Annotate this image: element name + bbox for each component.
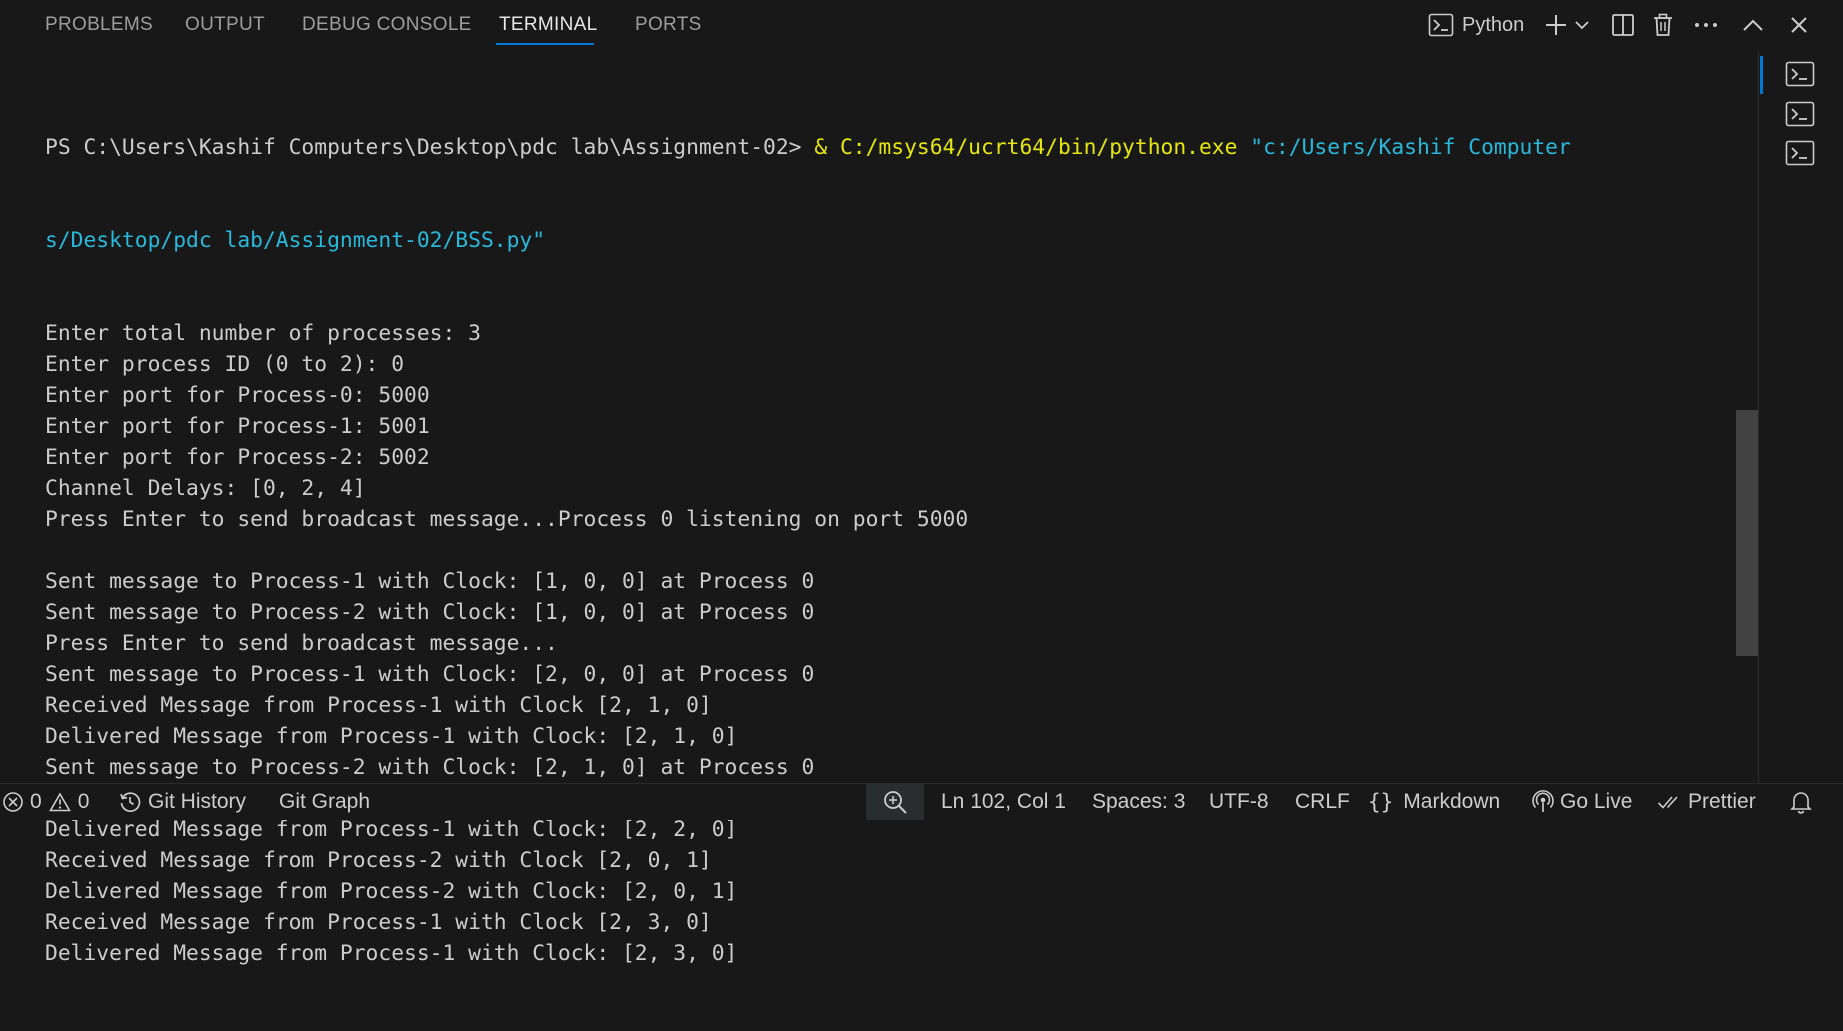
terminal-line: Delivered Message from Process-1 with Cl… bbox=[45, 724, 738, 749]
terminal-profile-button[interactable]: Python bbox=[1428, 8, 1540, 42]
terminal-line: Sent message to Process-1 with Clock: [1… bbox=[45, 569, 815, 594]
terminal-line: Press Enter to send broadcast message...… bbox=[45, 507, 969, 532]
go-live-button[interactable]: Go Live bbox=[1532, 784, 1632, 820]
terminal-line: Delivered Message from Process-2 with Cl… bbox=[45, 879, 738, 904]
terminal-line: Sent message to Process-2 with Clock: [1… bbox=[45, 600, 815, 625]
problems-status[interactable]: 0 0 bbox=[2, 784, 89, 820]
terminal-command-line: PS C:\Users\Kashif Computers\Desktop\pdc… bbox=[45, 132, 1750, 163]
notifications-button[interactable] bbox=[1790, 784, 1812, 820]
terminal-line: Enter port for Process-0: 5000 bbox=[45, 383, 430, 408]
prettier-label: Prettier bbox=[1688, 790, 1756, 813]
terminal-line: Enter port for Process-1: 5001 bbox=[45, 414, 430, 439]
cursor-position[interactable]: Ln 102, Col 1 bbox=[941, 784, 1066, 820]
terminal-argument: "c:/Users/Kashif Computer bbox=[1250, 135, 1571, 160]
language-label: Markdown bbox=[1403, 790, 1501, 813]
close-icon bbox=[1789, 15, 1809, 35]
braces-icon: {} bbox=[1368, 790, 1394, 814]
maximize-icon bbox=[1742, 18, 1764, 32]
active-terminal-indicator bbox=[1760, 56, 1763, 94]
bell-icon bbox=[1790, 790, 1812, 814]
new-terminal-button[interactable] bbox=[1543, 8, 1569, 42]
split-icon bbox=[1611, 13, 1635, 37]
terminal-icon bbox=[1428, 13, 1454, 37]
terminal-tab-2[interactable] bbox=[1782, 99, 1818, 129]
broadcast-icon bbox=[1532, 790, 1554, 814]
prettier-status[interactable]: Prettier bbox=[1657, 784, 1756, 820]
eol-status[interactable]: CRLF bbox=[1295, 784, 1350, 820]
terminal-line: Sent message to Process-2 with Clock: [2… bbox=[45, 755, 815, 780]
terminal-argument-continued: s/Desktop/pdc lab/Assignment-02/BSS.py" bbox=[45, 228, 546, 253]
active-tab-indicator bbox=[496, 43, 594, 45]
error-icon bbox=[2, 791, 24, 813]
double-check-icon bbox=[1657, 792, 1685, 812]
terminal-line: Enter process ID (0 to 2): 0 bbox=[45, 352, 405, 377]
tab-ports[interactable]: PORTS bbox=[635, 14, 702, 36]
indentation-status[interactable]: Spaces: 3 bbox=[1092, 784, 1185, 820]
tab-terminal[interactable]: TERMINAL bbox=[499, 14, 597, 36]
terminal-line: Press Enter to send broadcast message... bbox=[45, 631, 558, 656]
terminal-line: Received Message from Process-1 with Clo… bbox=[45, 693, 712, 718]
terminal-line: Channel Delays: [0, 2, 4] bbox=[45, 476, 366, 501]
tab-debug-console[interactable]: DEBUG CONSOLE bbox=[302, 14, 472, 36]
terminal-panel: PROBLEMS OUTPUT DEBUG CONSOLE TERMINAL P… bbox=[0, 0, 1843, 966]
kill-terminal-button[interactable] bbox=[1650, 8, 1676, 42]
terminal-output[interactable]: PS C:\Users\Kashif Computers\Desktop\pdc… bbox=[45, 70, 1750, 1031]
tab-output[interactable]: OUTPUT bbox=[185, 14, 265, 36]
terminal-profile-label: Python bbox=[1462, 13, 1525, 36]
terminal-line: Received Message from Process-1 with Clo… bbox=[45, 910, 712, 935]
git-graph-button[interactable]: Git Graph bbox=[279, 784, 370, 820]
error-count: 0 bbox=[30, 790, 42, 813]
go-live-label: Go Live bbox=[1560, 790, 1633, 813]
launch-profile-dropdown[interactable] bbox=[1572, 8, 1592, 42]
close-panel-button[interactable] bbox=[1786, 8, 1812, 42]
terminal-lines: Enter total number of processes: 3 Enter … bbox=[45, 318, 1750, 969]
git-history-button[interactable]: Git History bbox=[118, 784, 246, 820]
language-mode[interactable]: {} Markdown bbox=[1368, 784, 1500, 820]
terminal-scroll-thumb[interactable] bbox=[1736, 410, 1758, 656]
terminal-icon bbox=[1785, 61, 1815, 87]
terminal-icon bbox=[1785, 101, 1815, 127]
more-actions-button[interactable] bbox=[1693, 8, 1719, 42]
terminal-line: Sent message to Process-1 with Clock: [2… bbox=[45, 662, 815, 687]
terminal-line: Enter port for Process-2: 5002 bbox=[45, 445, 430, 470]
terminal-operator: & bbox=[814, 135, 840, 160]
status-bar: 0 0 Git History Git Graph Ln 102, Col 1 … bbox=[0, 783, 1843, 820]
terminal-icon bbox=[1785, 140, 1815, 166]
encoding-status[interactable]: UTF-8 bbox=[1209, 784, 1269, 820]
zoom-in-icon bbox=[882, 789, 908, 815]
git-graph-label: Git Graph bbox=[279, 790, 371, 813]
warning-icon bbox=[48, 792, 71, 812]
tab-problems[interactable]: PROBLEMS bbox=[45, 14, 153, 36]
git-history-label: Git History bbox=[148, 790, 247, 813]
chevron-down-icon bbox=[1574, 19, 1590, 31]
terminal-tab-3[interactable] bbox=[1782, 138, 1818, 168]
terminal-line: Delivered Message from Process-1 with Cl… bbox=[45, 941, 738, 966]
add-icon bbox=[1544, 13, 1568, 37]
more-icon bbox=[1694, 22, 1718, 28]
zoom-button[interactable] bbox=[866, 784, 924, 820]
terminal-line: Enter total number of processes: 3 bbox=[45, 321, 481, 346]
terminal-executable: C:/msys64/ucrt64/bin/python.exe bbox=[839, 135, 1251, 160]
split-terminal-button[interactable] bbox=[1609, 8, 1637, 42]
terminal-line: Received Message from Process-2 with Clo… bbox=[45, 848, 712, 873]
history-icon bbox=[118, 790, 142, 814]
trash-icon bbox=[1652, 13, 1674, 37]
maximize-panel-button[interactable] bbox=[1740, 8, 1766, 42]
terminal-tab-1[interactable] bbox=[1782, 59, 1818, 89]
warning-count: 0 bbox=[77, 790, 90, 813]
terminal-prompt: PS C:\Users\Kashif Computers\Desktop\pdc… bbox=[45, 135, 815, 160]
